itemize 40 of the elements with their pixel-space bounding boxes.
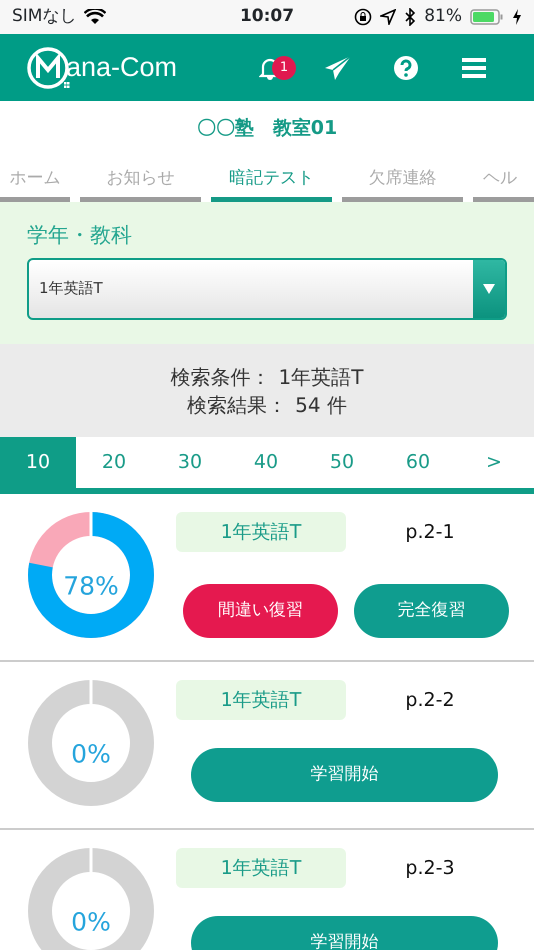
start-study-button[interactable]: 学習開始	[191, 916, 498, 950]
wifi-icon	[84, 9, 106, 25]
page-number: p.2-2	[404, 688, 456, 713]
percent-label: 0%	[71, 738, 111, 770]
logo-text: ana-Com	[66, 51, 178, 84]
mistake-review-button[interactable]: 間違い復習	[183, 584, 338, 638]
page-link[interactable]: 10	[0, 437, 76, 488]
search-condition-label: 検索条件：	[170, 364, 271, 390]
rotation-lock-icon	[354, 8, 372, 26]
battery-percent: 81%	[424, 5, 462, 28]
search-result-label: 検索結果：	[187, 392, 288, 418]
battery-icon	[470, 9, 504, 25]
bluetooth-icon	[404, 8, 416, 26]
search-result-count: 54 件	[295, 392, 347, 418]
notification-badge: 1	[272, 56, 296, 80]
page-link[interactable]: 20	[76, 437, 152, 488]
page-link[interactable]: 40	[228, 437, 304, 488]
percent-label: 78%	[63, 570, 119, 602]
page-link[interactable]: >	[456, 437, 532, 488]
percent-label: 0%	[71, 906, 111, 938]
notification-button[interactable]: 1	[242, 48, 298, 88]
clock-time: 10:07	[240, 5, 294, 28]
menu-icon	[462, 57, 486, 80]
help-icon	[393, 54, 419, 80]
start-study-button[interactable]: 学習開始	[191, 748, 498, 802]
charging-icon	[512, 9, 522, 25]
school-title: 〇〇塾 教室01	[196, 116, 338, 142]
search-condition-value: 1年英語T	[278, 364, 364, 390]
page-link[interactable]: 50	[304, 437, 380, 488]
dropdown-arrow-icon	[483, 284, 495, 294]
full-review-button[interactable]: 完全復習	[354, 584, 509, 638]
location-icon	[380, 9, 396, 25]
grade-subject-select[interactable]: 1年英語T	[27, 258, 507, 320]
carrier-label: SIMなし	[12, 5, 76, 28]
page-number: p.2-1	[404, 520, 456, 545]
page-link[interactable]: 60	[380, 437, 456, 488]
paper-plane-icon	[324, 54, 352, 80]
page-number: p.2-3	[404, 856, 456, 881]
filter-label: 学年・教科	[27, 222, 133, 249]
page-link[interactable]: 30	[152, 437, 228, 488]
